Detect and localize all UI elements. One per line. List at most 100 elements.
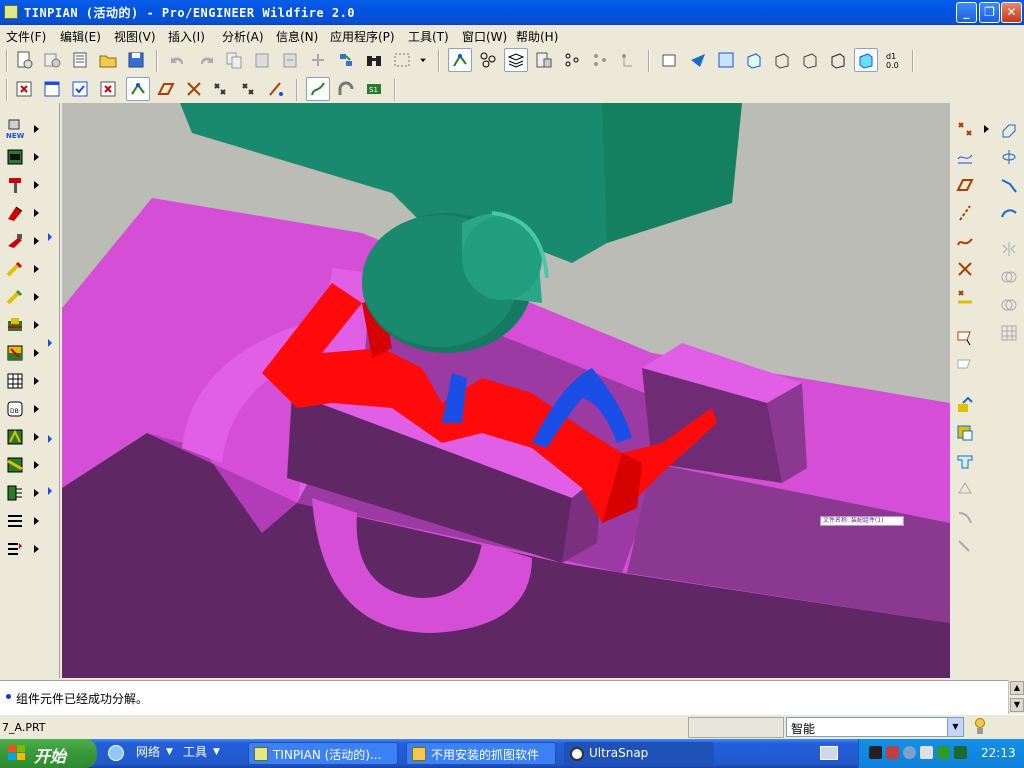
start-button[interactable]: 开始: [0, 739, 97, 768]
keyboard-icon[interactable]: [820, 746, 838, 760]
selection-filter-select[interactable]: 智能 ▼: [786, 717, 964, 737]
runner-button[interactable]: [2, 229, 28, 253]
copy-button[interactable]: [222, 48, 246, 72]
trim-button[interactable]: [2, 537, 28, 561]
merge-surface-tool[interactable]: [952, 533, 978, 557]
activate-window-button[interactable]: [40, 77, 64, 101]
menu-applications[interactable]: 应用程序(P): [330, 28, 395, 45]
ejector-pin-button[interactable]: [2, 173, 28, 197]
datum-curve-tool[interactable]: [952, 229, 978, 253]
close-window-button[interactable]: [12, 77, 36, 101]
datum-planes-toggle[interactable]: [448, 48, 472, 72]
extend-surface-tool[interactable]: [952, 421, 978, 445]
menu-insert[interactable]: 插入(I): [168, 28, 205, 45]
mirror-button[interactable]: [306, 48, 330, 72]
restore-button[interactable]: ❐: [979, 2, 1000, 23]
sweep-tool[interactable]: [996, 173, 1022, 197]
sketch-toggle[interactable]: [126, 77, 150, 101]
volume-split-button[interactable]: [2, 313, 28, 337]
model-viewport[interactable]: 文件名称: 装配组件(1): [62, 103, 950, 678]
undo-button[interactable]: [166, 48, 190, 72]
network-button[interactable]: [476, 48, 500, 72]
redo-button[interactable]: [194, 48, 218, 72]
regenerate-button[interactable]: [334, 48, 358, 72]
hole-tool[interactable]: [996, 117, 1022, 141]
datum-analysis-tool[interactable]: [952, 285, 978, 309]
axes-display-button[interactable]: [560, 48, 584, 72]
scroll-up-button[interactable]: ▲: [1010, 681, 1024, 695]
menu-window[interactable]: 窗口(W): [462, 28, 507, 45]
quicklaunch-tools[interactable]: 工具: [183, 743, 207, 760]
analysis-button[interactable]: S1: [362, 77, 386, 101]
datum-point-tool[interactable]: [952, 117, 978, 141]
coordinate-systems-button[interactable]: [616, 48, 640, 72]
close-button[interactable]: ✕: [1001, 2, 1022, 23]
waterline-button[interactable]: [2, 257, 28, 281]
trim-tool[interactable]: [996, 293, 1022, 317]
menu-tools[interactable]: 工具(T): [408, 28, 449, 45]
check-button[interactable]: [68, 77, 92, 101]
copy-datum-tool[interactable]: [952, 353, 978, 377]
extract-button[interactable]: [2, 341, 28, 365]
camera-tray-icon[interactable]: [869, 746, 882, 759]
wireframe-button[interactable]: [826, 48, 850, 72]
menu-view[interactable]: 视图(V): [114, 28, 156, 45]
fill-tool[interactable]: [952, 505, 978, 529]
database-button[interactable]: DB: [2, 397, 28, 421]
dimension-button[interactable]: d1 0.0: [882, 48, 906, 72]
pipe-button[interactable]: [334, 77, 358, 101]
cancel-button[interactable]: [96, 77, 120, 101]
annotation-tool[interactable]: [952, 325, 978, 349]
points-display-button[interactable]: [588, 48, 612, 72]
disc-tray-icon[interactable]: [903, 746, 916, 759]
select-box-button[interactable]: [390, 48, 414, 72]
menu-edit[interactable]: 编辑(E): [60, 28, 101, 45]
shield-tray-icon[interactable]: [954, 746, 967, 759]
draft-check-button[interactable]: [2, 425, 28, 449]
menu-file[interactable]: 文件(F): [6, 28, 46, 45]
mold-layout-button[interactable]: [2, 369, 28, 393]
task-ultrasnap[interactable]: UltraSnap: [564, 742, 714, 765]
orient-button[interactable]: [686, 48, 710, 72]
panel-splitter[interactable]: [48, 103, 60, 678]
datum-point-button[interactable]: [208, 77, 232, 101]
layers-toggle[interactable]: [504, 48, 528, 72]
pattern-tool[interactable]: [996, 321, 1022, 345]
datum-axis-button[interactable]: [182, 77, 206, 101]
menu-info[interactable]: 信息(N): [276, 28, 318, 45]
datum-axis-tool[interactable]: [952, 201, 978, 225]
shut-off-tool[interactable]: [952, 449, 978, 473]
paste-button[interactable]: [250, 48, 274, 72]
find-button[interactable]: [362, 48, 386, 72]
model-tree-button[interactable]: [532, 48, 556, 72]
saved-views-button[interactable]: [658, 48, 682, 72]
datum-plane-tool[interactable]: [952, 173, 978, 197]
save-button[interactable]: [124, 48, 148, 72]
new-button[interactable]: [12, 48, 36, 72]
quicklaunch-network[interactable]: 网络: [136, 743, 160, 760]
mold-opening-button[interactable]: [2, 481, 28, 505]
curve-toggle[interactable]: [306, 77, 330, 101]
network-tray-icon[interactable]: [937, 746, 950, 759]
task-proengineer[interactable]: TINPIAN (活动的)...: [248, 742, 398, 765]
paste-special-button[interactable]: [278, 48, 302, 72]
parting-surface-button[interactable]: [2, 285, 28, 309]
select-dropdown-button[interactable]: [416, 48, 430, 72]
security-tray-icon[interactable]: [886, 746, 899, 759]
datum-curve-button[interactable]: [264, 77, 288, 101]
speaker-tray-icon[interactable]: [920, 746, 933, 759]
hidden-line-button[interactable]: [770, 48, 794, 72]
skirt-tool[interactable]: [952, 477, 978, 501]
blend-tool[interactable]: [996, 201, 1022, 225]
surface-tool[interactable]: [952, 393, 978, 417]
menu-analysis[interactable]: 分析(A): [222, 28, 264, 45]
open-button[interactable]: [96, 48, 120, 72]
open-session-button[interactable]: [40, 48, 64, 72]
thickness-check-button[interactable]: [2, 453, 28, 477]
sketched-curve-tool[interactable]: [952, 145, 978, 169]
minimize-button[interactable]: _: [956, 2, 977, 23]
shading-button[interactable]: [742, 48, 766, 72]
datum-plane-button[interactable]: [154, 77, 178, 101]
shaded-display-toggle[interactable]: [854, 48, 878, 72]
mold-base-button[interactable]: [2, 145, 28, 169]
